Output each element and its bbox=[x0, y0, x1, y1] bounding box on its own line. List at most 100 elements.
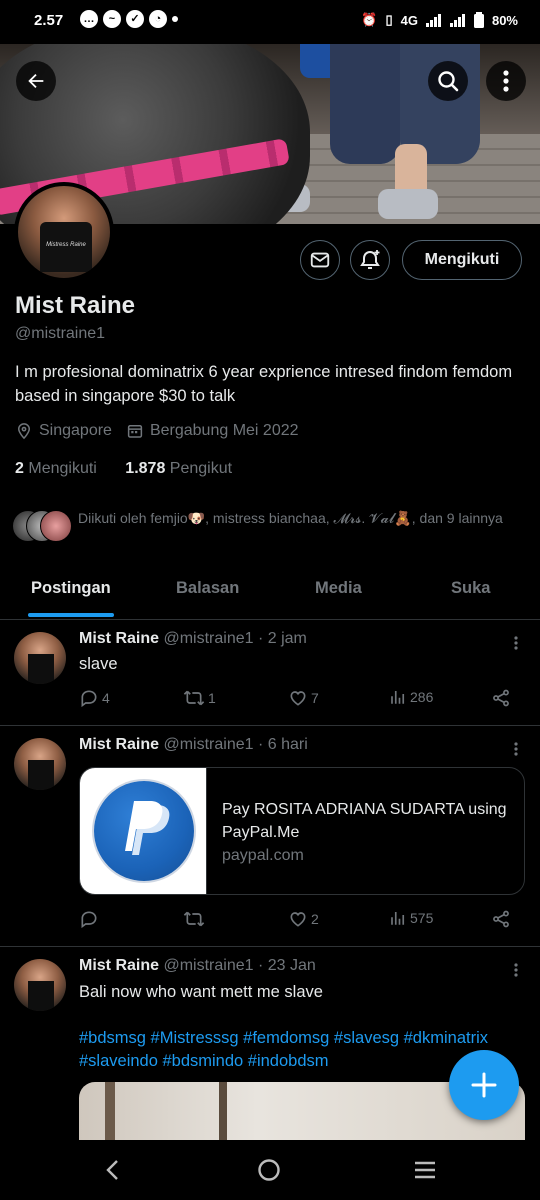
share-icon bbox=[493, 689, 509, 707]
views-button[interactable]: 575 bbox=[389, 909, 433, 927]
retweet-button[interactable]: 1 bbox=[183, 688, 216, 708]
paypal-logo bbox=[94, 781, 194, 881]
calendar-icon bbox=[127, 425, 143, 438]
tweet-meta: @mistraine1 · 23 Jan bbox=[163, 957, 316, 974]
notification-icons: … ~ ✓ ◔ bbox=[80, 10, 178, 28]
notify-button[interactable] bbox=[350, 240, 390, 280]
banner-jeans bbox=[330, 44, 400, 164]
profile-location: Singapore bbox=[39, 422, 112, 439]
bell-plus-icon bbox=[360, 250, 380, 269]
tweet-more-button[interactable] bbox=[514, 636, 518, 650]
card-image bbox=[80, 768, 207, 894]
followed-by-avatars[interactable] bbox=[12, 510, 74, 542]
card-title: Pay ROSITA ADRIANA SUDARTA using PayPal.… bbox=[222, 801, 507, 841]
retweet-icon bbox=[183, 690, 205, 706]
profile-handle: @mistraine1 bbox=[15, 325, 106, 342]
nav-back-icon[interactable] bbox=[104, 1159, 122, 1181]
views-button[interactable]: 286 bbox=[389, 688, 433, 706]
tweet-actions: 2 575 bbox=[79, 909, 519, 933]
compass-icon: ✓ bbox=[126, 10, 144, 28]
card-text: Pay ROSITA ADRIANA SUDARTA using PayPal.… bbox=[222, 798, 512, 867]
profile-counts: 2 Mengikuti 1.878 Pengikut bbox=[15, 460, 232, 478]
profile-meta: Singapore Bergabung Mei 2022 bbox=[15, 422, 299, 440]
nav-home-icon[interactable] bbox=[257, 1158, 281, 1182]
followers-link[interactable]: 1.878 Pengikut bbox=[125, 460, 232, 477]
tweet-author[interactable]: Mist Raine bbox=[79, 736, 159, 753]
share-button[interactable] bbox=[491, 909, 511, 929]
profile-avatar[interactable]: Mistress Raine bbox=[14, 182, 114, 282]
tweet-header: Mist Raine @mistraine1 · 23 Jan bbox=[79, 957, 316, 975]
heart-icon bbox=[290, 691, 306, 706]
avatar[interactable] bbox=[14, 738, 66, 790]
tab-posts[interactable]: Postingan bbox=[31, 579, 111, 598]
heart-icon bbox=[290, 912, 306, 927]
tweet-header: Mist Raine @mistraine1 · 6 hari bbox=[79, 736, 308, 754]
more-vertical-icon bbox=[503, 70, 509, 92]
more-options-button[interactable] bbox=[486, 61, 526, 101]
following-link[interactable]: 2 Mengikuti bbox=[15, 460, 97, 477]
message-button[interactable] bbox=[300, 240, 340, 280]
tweet-author[interactable]: Mist Raine bbox=[79, 630, 159, 647]
like-button[interactable]: 2 bbox=[288, 909, 319, 929]
reply-button[interactable]: 4 bbox=[79, 688, 110, 708]
followers-label: Pengikut bbox=[169, 460, 233, 477]
search-button[interactable] bbox=[428, 61, 468, 101]
avatar[interactable] bbox=[14, 632, 66, 684]
followed-by-text[interactable]: Diikuti oleh femjio🐶, mistress bianchaa,… bbox=[78, 508, 518, 528]
tweet[interactable]: Mist Raine @mistraine1 · 6 hari Pay ROSI… bbox=[0, 726, 540, 947]
like-count: 7 bbox=[311, 690, 319, 706]
tweet-meta: @mistraine1 · 2 jam bbox=[163, 630, 307, 647]
messenger-icon: ~ bbox=[103, 10, 121, 28]
following-button[interactable]: Mengikuti bbox=[402, 240, 522, 280]
more-vertical-icon bbox=[514, 636, 518, 650]
link-card[interactable]: Pay ROSITA ADRIANA SUDARTA using PayPal.… bbox=[79, 767, 525, 895]
media-detail bbox=[219, 1082, 227, 1142]
tweet-text: Bali now who want mett me slave bbox=[79, 983, 323, 1001]
retweet-button[interactable] bbox=[183, 909, 208, 929]
more-vertical-icon bbox=[514, 742, 518, 756]
share-icon bbox=[493, 910, 509, 928]
tweet-meta: @mistraine1 · 6 hari bbox=[163, 736, 308, 753]
back-button[interactable] bbox=[16, 61, 56, 101]
mail-icon bbox=[310, 252, 330, 268]
profile-bio: I m profesional dominatrix 6 year exprie… bbox=[15, 363, 513, 405]
compass-icon: ◔ bbox=[149, 10, 167, 28]
avatar-figure bbox=[28, 654, 54, 684]
battery-percent: 80% bbox=[491, 12, 518, 28]
status-time: 2.57 bbox=[34, 12, 64, 29]
tweet-author[interactable]: Mist Raine bbox=[79, 957, 159, 974]
plus-icon bbox=[471, 1072, 497, 1098]
tab-likes[interactable]: Suka bbox=[451, 579, 490, 598]
more-vertical-icon bbox=[514, 963, 518, 977]
profile-joined: Bergabung Mei 2022 bbox=[149, 422, 299, 439]
tab-media[interactable]: Media bbox=[315, 579, 362, 598]
reply-button[interactable] bbox=[79, 909, 102, 929]
share-button[interactable] bbox=[491, 688, 511, 708]
card-domain: paypal.com bbox=[222, 847, 304, 864]
avatar-figure bbox=[28, 981, 54, 1011]
tweet[interactable]: Mist Raine @mistraine1 · 2 jam slave 4 1… bbox=[0, 620, 540, 726]
views-icon bbox=[391, 912, 405, 925]
view-count: 286 bbox=[410, 689, 434, 705]
system-nav-bar bbox=[0, 1140, 540, 1200]
media-detail bbox=[105, 1082, 115, 1142]
tweet-more-button[interactable] bbox=[514, 963, 518, 977]
more-dot-icon bbox=[172, 16, 178, 22]
tab-replies[interactable]: Balasan bbox=[176, 579, 239, 598]
signal-icon bbox=[449, 13, 465, 27]
following-count: 2 bbox=[15, 460, 24, 477]
like-button[interactable]: 7 bbox=[288, 688, 319, 708]
status-bar: 2.57 … ~ ✓ ◔ ⏰ ▯ 4G 80% bbox=[0, 0, 540, 44]
reply-icon bbox=[81, 690, 97, 708]
retweet-icon bbox=[183, 911, 205, 927]
avatar bbox=[40, 510, 72, 542]
compose-button[interactable] bbox=[449, 1050, 519, 1120]
avatar[interactable] bbox=[14, 959, 66, 1011]
status-right: ⏰ ▯ 4G 80% bbox=[361, 12, 518, 28]
location-pin-icon bbox=[17, 423, 31, 440]
battery-icon bbox=[473, 12, 484, 28]
tweet-more-button[interactable] bbox=[514, 742, 518, 756]
network-label: 4G bbox=[400, 12, 418, 28]
nav-recents-icon[interactable] bbox=[413, 1160, 437, 1180]
avatar-caption: Mistress Raine bbox=[46, 242, 86, 248]
